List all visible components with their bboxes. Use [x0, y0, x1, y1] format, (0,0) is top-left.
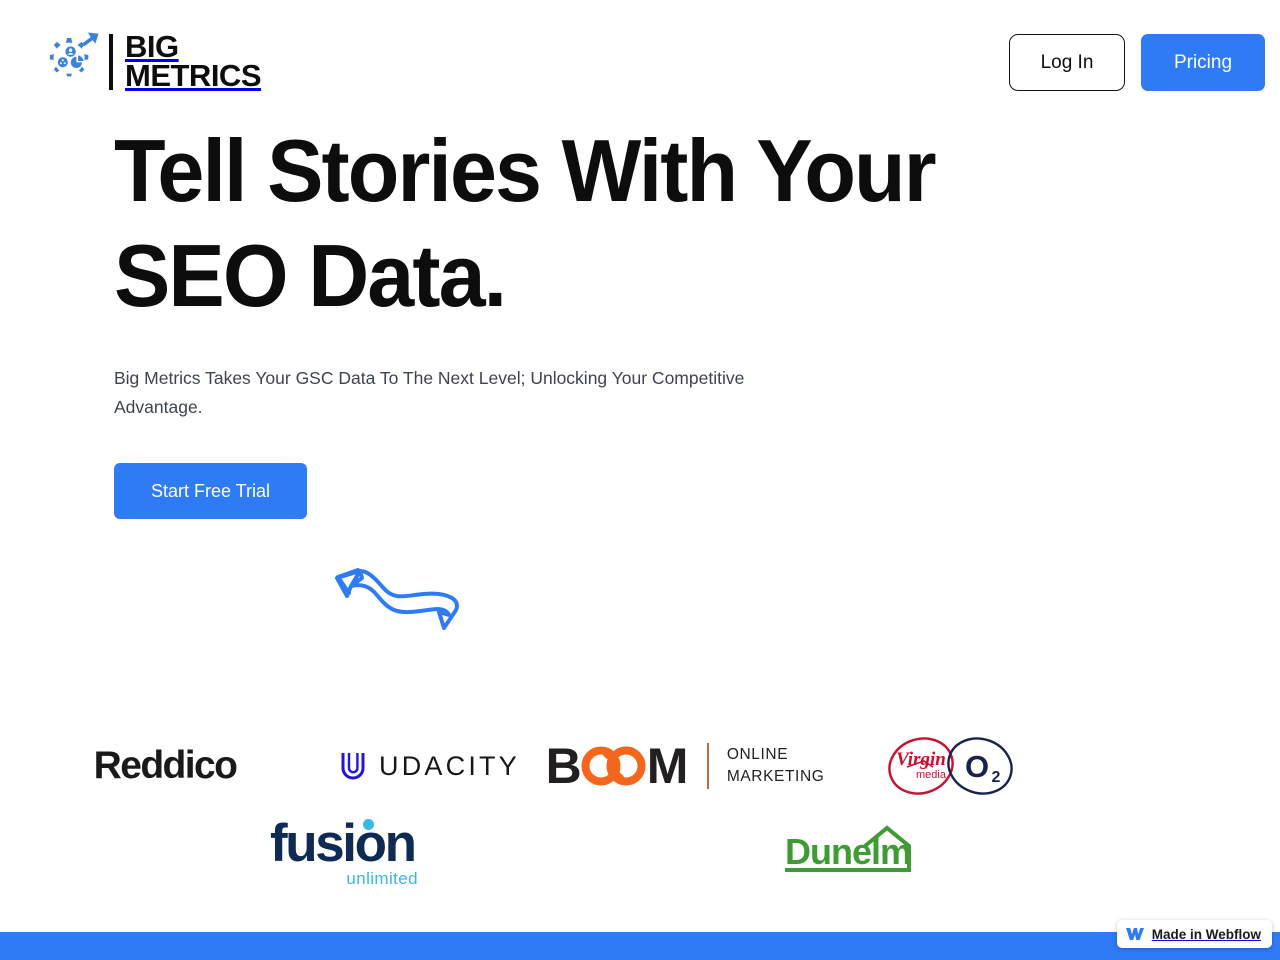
- svg-text:media: media: [916, 769, 947, 781]
- hero-title-line-1: Tell Stories With Your: [114, 121, 937, 220]
- landing-page: BIG METRICS Log In Pricing Tell Stories …: [0, 0, 1280, 960]
- logo-boom-divider: [707, 743, 709, 789]
- logo-udacity-text: UDACITY: [379, 750, 520, 781]
- brand-wordmark: BIG METRICS: [125, 32, 262, 93]
- start-free-trial-button[interactable]: Start Free Trial: [114, 463, 307, 519]
- logo-fusion-sub: unlimited: [346, 869, 418, 888]
- webflow-logo-icon: [1125, 928, 1144, 940]
- logo-boom-line-1: ONLINE: [726, 746, 789, 763]
- logo-dunelm: Dunelm: [686, 806, 1016, 898]
- virgin-media-o2-icon: Virgin media O 2: [888, 737, 1013, 795]
- logo-boom-oo-icon: [581, 746, 646, 786]
- logo-virgin-media-o2: Virgin media O 2: [840, 720, 1060, 812]
- logo-fusion-unlimited: fusion unlimited: [180, 806, 510, 898]
- hand-drawn-arrow-icon: [335, 568, 459, 630]
- logo-reddico: Reddico: [0, 720, 330, 812]
- logo-fusion-dot: [363, 819, 374, 830]
- hero-subtitle: Big Metrics Takes Your GSC Data To The N…: [114, 368, 745, 417]
- svg-text:2: 2: [992, 769, 1001, 786]
- pricing-button[interactable]: Pricing: [1141, 34, 1265, 91]
- site-header: BIG METRICS Log In Pricing: [0, 0, 1280, 116]
- brand-word-metrics: METRICS: [125, 58, 262, 93]
- logo-boom-letter-b: B: [545, 738, 582, 794]
- hero-section: Tell Stories With Your SEO Data. Big Met…: [114, 118, 1094, 519]
- bottom-accent-bar: [0, 932, 1280, 960]
- header-actions: Log In Pricing: [1009, 34, 1265, 91]
- dunelm-icon: Dunelm: [785, 825, 912, 872]
- svg-text:Dunelm: Dunelm: [785, 831, 911, 872]
- logo-boom-online-marketing: B M ONLINE MARKETING: [530, 720, 840, 812]
- client-logos: Reddico UDACITY B M ONLINE MARKETING Vir…: [0, 720, 1280, 898]
- logo-fusion-text: fusion: [270, 814, 417, 873]
- logo-row-1: Reddico UDACITY B M ONLINE MARKETING Vir…: [0, 720, 1280, 812]
- logo-row-2: fusion unlimited Dunelm: [0, 806, 1280, 898]
- svg-text:O: O: [965, 749, 989, 784]
- brand-logo-link[interactable]: BIG METRICS: [33, 25, 262, 99]
- made-in-webflow-label: Made in Webflow: [1151, 926, 1261, 942]
- udacity-u-icon: [341, 753, 365, 780]
- page-title: Tell Stories With Your SEO Data.: [114, 118, 1036, 328]
- svg-text:Virgin: Virgin: [896, 749, 946, 770]
- login-button[interactable]: Log In: [1009, 34, 1125, 91]
- made-in-webflow-badge[interactable]: Made in Webflow: [1116, 920, 1272, 948]
- hero-title-line-2: SEO Data.: [114, 226, 507, 325]
- logo-boom-letter-m: M: [646, 738, 689, 794]
- logo-reddico-text: Reddico: [93, 744, 238, 787]
- big-metrics-gear-logo-icon: [49, 32, 99, 77]
- brand-divider: [109, 34, 113, 90]
- logo-udacity: UDACITY: [330, 720, 530, 812]
- logo-boom-line-2: MARKETING: [726, 768, 825, 785]
